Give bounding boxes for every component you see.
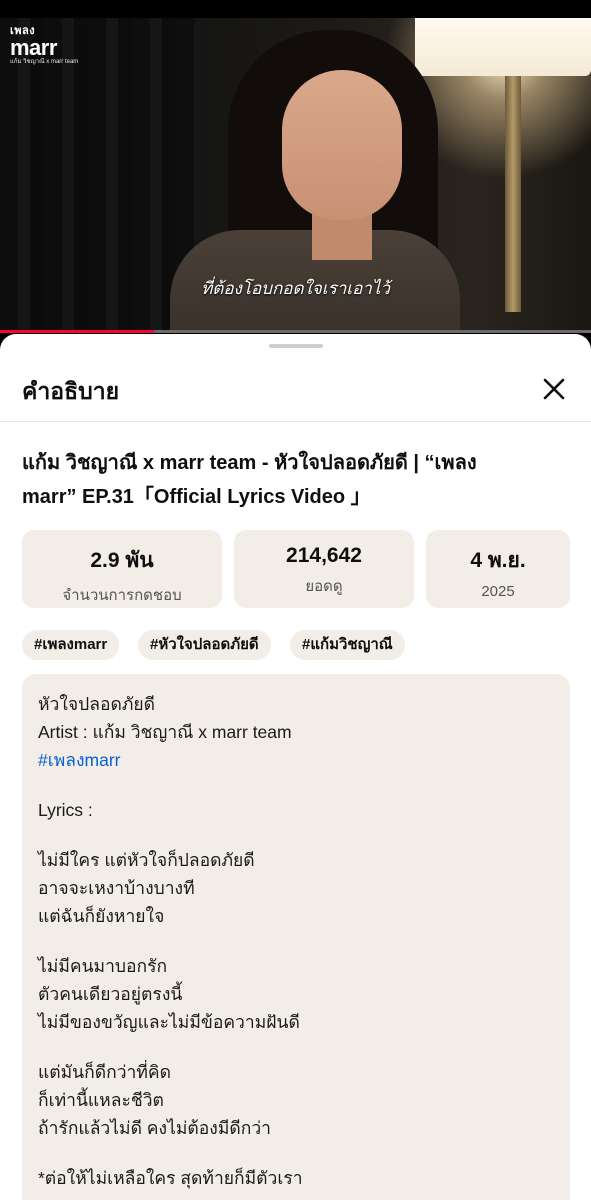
upload-date: 4 พ.ย. [470, 549, 526, 572]
video-person-face [282, 70, 402, 220]
views-count: 214,642 [286, 544, 362, 567]
description-song-title: หัวใจปลอดภัยดี [38, 694, 156, 714]
video-title-line: marr” EP.31「Official Lyrics Video 」 [22, 486, 371, 508]
hashtag-row: #เพลงmarr #หัวใจปลอดภัยดี #แก้มวิชญาณี [22, 630, 570, 660]
lyric-line: *ต่อให้ไม่เหลือใคร สุดท้ายก็มีตัวเรา [38, 1168, 303, 1188]
views-label: ยอดดู [305, 578, 343, 595]
video-progress-fill [0, 330, 154, 333]
lyric-line: ไม่มีคนมาบอกรัก [38, 956, 168, 976]
lyrics-label: Lyrics : [38, 800, 93, 820]
video-lamp [415, 18, 591, 76]
channel-logo-watermark: เพลง marr แก้ม วิชญาณี x marr team [10, 26, 79, 66]
views-stat: 214,642 ยอดดู [234, 530, 414, 608]
video-progress-bar[interactable] [0, 330, 591, 333]
likes-stat: 2.9 พัน จำนวนการกดชอบ [22, 530, 222, 608]
video-title-line: แก้ม วิชญาณี x marr team - หัวใจปลอดภัยด… [22, 452, 477, 474]
lyric-line: อาจจะเหงาบ้างบางที [38, 878, 195, 898]
upload-year: 2025 [481, 583, 515, 600]
status-bar [0, 0, 591, 18]
logo-text-2: marr [10, 35, 57, 60]
video-title: แก้ม วิชญาณี x marr team - หัวใจปลอดภัยด… [22, 446, 570, 514]
lyric-line: ถ้ารักแล้วไม่ดี คงไม่ต้องมีดีกว่า [38, 1118, 271, 1138]
hashtag-chip[interactable]: #หัวใจปลอดภัยดี [138, 630, 271, 660]
sheet-drag-handle[interactable] [269, 344, 323, 348]
lyric-line: แต่มันก็ดีกว่าที่คิด [38, 1062, 171, 1082]
description-box: หัวใจปลอดภัยดี Artist : แก้ม วิชญาณี x m… [22, 674, 570, 1200]
lyric-line: ก็เท่านี้แหละชีวิต [38, 1090, 164, 1110]
video-player[interactable]: เพลง marr แก้ม วิชญาณี x marr team ที่ต้… [0, 0, 591, 332]
likes-count: 2.9 พัน [90, 549, 154, 572]
close-button[interactable] [537, 372, 571, 406]
logo-text-3: แก้ม วิชญาณี x marr team [10, 59, 79, 65]
date-stat: 4 พ.ย. 2025 [426, 530, 570, 608]
stats-row: 2.9 พัน จำนวนการกดชอบ 214,642 ยอดดู 4 พ.… [22, 530, 570, 608]
hashtag-chip[interactable]: #แก้มวิชญาณี [290, 630, 405, 660]
description-sheet: คำอธิบาย แก้ม วิชญาณี x marr team - หัวใ… [0, 334, 591, 1200]
lyric-line: ไม่มีใคร แต่หัวใจก็ปลอดภัยดี [38, 850, 255, 870]
video-subtitle: ที่ต้องโอบกอดใจเราเอาไว้ [201, 279, 390, 298]
sheet-header: คำอธิบาย [0, 358, 591, 422]
close-icon [543, 378, 565, 400]
description-hashtag-link[interactable]: #เพลงmarr [38, 746, 554, 774]
description-artist: Artist : แก้ม วิชญาณี x marr team [38, 722, 292, 742]
hashtag-chip[interactable]: #เพลงmarr [22, 630, 120, 660]
sheet-title: คำอธิบาย [22, 378, 120, 404]
lyric-line: ไม่มีของขวัญและไม่มีข้อความฝันดี [38, 1012, 300, 1032]
lyric-line: แต่ฉันก็ยังหายใจ [38, 906, 165, 926]
lyric-line: ตัวคนเดียวอยู่ตรงนี้ [38, 984, 183, 1004]
likes-label: จำนวนการกดชอบ [62, 587, 182, 604]
